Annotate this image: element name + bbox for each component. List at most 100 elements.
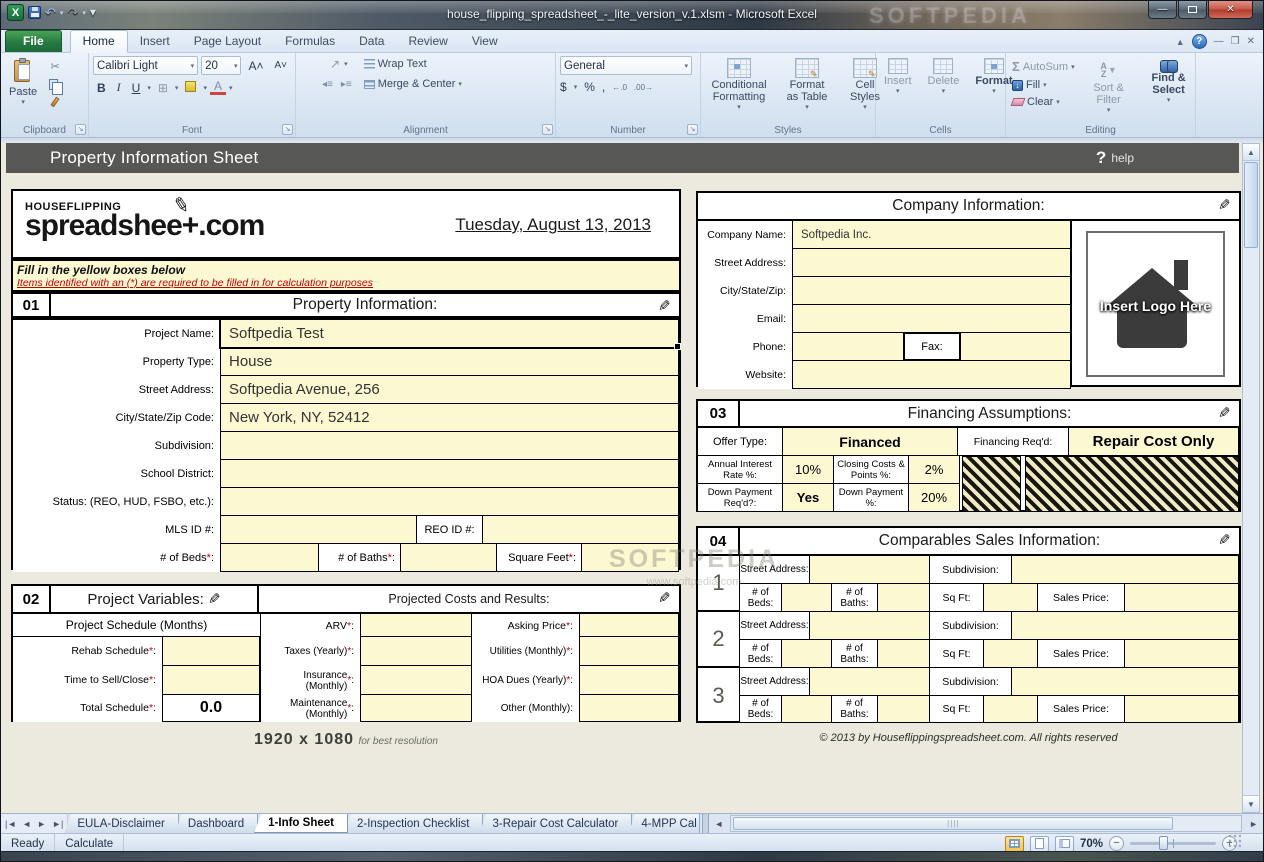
fill-button[interactable]: ↓Fill▾ xyxy=(1010,78,1077,92)
normal-view-button[interactable] xyxy=(1005,836,1024,852)
beds-cell[interactable] xyxy=(220,543,319,572)
font-size-combo[interactable]: 20▾ xyxy=(201,56,241,75)
tab-data[interactable]: Data xyxy=(347,31,396,52)
financing-reqd-value[interactable]: Repair Cost Only xyxy=(1068,427,1239,456)
vertical-scroll-thumb[interactable] xyxy=(1244,162,1258,248)
scroll-up-arrow[interactable]: ▲ xyxy=(1243,144,1259,161)
zoom-slider[interactable] xyxy=(1130,842,1216,845)
status-cell[interactable] xyxy=(220,487,679,516)
cut-button[interactable]: ✂ xyxy=(45,58,65,74)
subdivision-cell[interactable] xyxy=(220,431,679,460)
comp3-price-cell[interactable] xyxy=(1124,695,1239,723)
insert-cells-button[interactable]: Insert▾ xyxy=(880,56,916,122)
down-req-value[interactable]: Yes xyxy=(782,483,834,512)
font-color-dropdown[interactable]: ▾ xyxy=(229,84,233,92)
help-link[interactable]: ? help xyxy=(1096,148,1134,168)
clear-button[interactable]: Clear▾ xyxy=(1010,95,1077,109)
street-address-cell[interactable]: Softpedia Avenue, 256 xyxy=(220,375,679,404)
company-phone-cell[interactable] xyxy=(792,332,904,361)
borders-dropdown[interactable]: ▾ xyxy=(175,84,179,92)
excel-app-icon[interactable]: X xyxy=(7,4,24,21)
company-street-cell[interactable] xyxy=(792,248,1071,277)
company-website-cell[interactable] xyxy=(792,360,1071,389)
alignment-dialog-launcher[interactable]: ↘ xyxy=(542,124,553,135)
taxes-cell[interactable] xyxy=(360,636,472,666)
hscroll-left-arrow[interactable]: ◄ xyxy=(709,814,728,833)
property-type-cell[interactable]: House xyxy=(220,347,679,376)
comp2-street-cell[interactable] xyxy=(809,611,930,640)
prev-sheet-icon[interactable]: ◄ xyxy=(22,819,31,829)
currency-dropdown[interactable]: ▾ xyxy=(574,83,578,91)
other-cell[interactable] xyxy=(579,694,679,722)
project-name-cell[interactable]: Softpedia Test xyxy=(220,319,679,348)
sqft-cell[interactable] xyxy=(581,543,679,572)
tab-review[interactable]: Review xyxy=(396,31,459,52)
sheet-tab-inspection[interactable]: 2-Inspection Checklist xyxy=(344,814,484,833)
underline-button[interactable]: U xyxy=(128,80,145,96)
number-dialog-launcher[interactable]: ↘ xyxy=(687,124,698,135)
zoom-level[interactable]: 70% xyxy=(1080,838,1103,850)
zoom-out-button[interactable]: − xyxy=(1109,836,1124,851)
closing-value[interactable]: 2% xyxy=(908,455,960,484)
comp2-subdivision-cell[interactable] xyxy=(1011,611,1239,640)
comp1-subdivision-cell[interactable] xyxy=(1011,555,1239,584)
tab-formulas[interactable]: Formulas xyxy=(273,31,347,52)
percent-button[interactable]: % xyxy=(584,80,595,94)
next-sheet-icon[interactable]: ► xyxy=(37,819,46,829)
save-button[interactable] xyxy=(28,6,41,19)
currency-button[interactable]: $ xyxy=(560,80,567,94)
tab-home[interactable]: Home xyxy=(70,30,128,53)
horizontal-scrollbar[interactable]: |||| xyxy=(730,815,1242,832)
conditional-formatting-button[interactable]: Conditional Formatting▾ xyxy=(705,56,773,122)
hoa-cell[interactable] xyxy=(579,665,679,695)
fill-color-button[interactable] xyxy=(181,80,200,96)
fill-color-dropdown[interactable]: ▾ xyxy=(203,84,207,92)
comp1-sqft-cell[interactable] xyxy=(983,583,1038,612)
page-layout-view-button[interactable] xyxy=(1030,836,1049,852)
comp1-price-cell[interactable] xyxy=(1124,583,1239,612)
comp2-price-cell[interactable] xyxy=(1124,639,1239,668)
asking-cell[interactable] xyxy=(579,613,679,637)
comp1-baths-cell[interactable] xyxy=(877,583,930,612)
mls-id-cell[interactable] xyxy=(220,515,417,544)
paste-button[interactable]: Paste▾ xyxy=(5,56,41,122)
comp3-subdivision-cell[interactable] xyxy=(1011,667,1239,696)
font-color-button[interactable]: A xyxy=(210,80,226,95)
insurance-cell[interactable] xyxy=(360,665,472,695)
maximize-button[interactable] xyxy=(1178,1,1207,19)
vertical-scrollbar[interactable]: ▲ ▼ xyxy=(1242,143,1260,813)
comp3-beds-cell[interactable] xyxy=(781,695,832,723)
collapse-ribbon-icon[interactable]: ▲ xyxy=(1176,37,1185,47)
hscroll-right-arrow[interactable]: ► xyxy=(1244,814,1263,833)
company-fax-cell[interactable] xyxy=(960,332,1071,361)
merge-center-button[interactable]: Merge & Center▾ xyxy=(362,77,464,91)
maintenance-cell[interactable] xyxy=(360,694,472,722)
sort-filter-button[interactable]: AZ▼ Sort & Filter▾ xyxy=(1083,56,1135,122)
align-bottom-button[interactable] xyxy=(312,62,318,66)
sheet-tab-eula[interactable]: EULA-Disclaimer xyxy=(64,814,179,833)
horizontal-scroll-thumb[interactable]: |||| xyxy=(733,817,1173,830)
shrink-font-button[interactable]: A˅ xyxy=(270,59,291,72)
underline-dropdown[interactable]: ▾ xyxy=(147,84,151,92)
borders-button[interactable]: ⊞ xyxy=(154,80,172,96)
interest-value[interactable]: 10% xyxy=(782,455,834,484)
down-value[interactable]: 20% xyxy=(908,483,960,512)
baths-cell[interactable] xyxy=(400,543,497,572)
redo-dropdown[interactable]: ▾ xyxy=(82,9,86,17)
undo-dropdown[interactable]: ▾ xyxy=(60,9,64,17)
autosum-button[interactable]: ΣAutoSum▾ xyxy=(1010,58,1077,75)
sell-cell[interactable] xyxy=(162,665,260,695)
comp1-beds-cell[interactable] xyxy=(781,583,832,612)
undo-button[interactable]: ↶ xyxy=(45,4,56,21)
comp1-street-cell[interactable] xyxy=(809,555,930,584)
italic-button[interactable]: I xyxy=(113,79,125,96)
close-button[interactable]: ✕ xyxy=(1208,1,1253,19)
comp3-street-cell[interactable] xyxy=(809,667,930,696)
doc-minimize-icon[interactable]: — xyxy=(1214,36,1224,47)
sheet-tab-repair-cost[interactable]: 3-Repair Cost Calculator xyxy=(479,814,632,833)
tab-insert[interactable]: Insert xyxy=(128,31,182,52)
reo-id-cell[interactable] xyxy=(482,515,679,544)
redo-button[interactable]: ↷ xyxy=(67,4,78,21)
rehab-cell[interactable] xyxy=(162,636,260,666)
grow-font-button[interactable]: A˄ xyxy=(244,58,267,74)
